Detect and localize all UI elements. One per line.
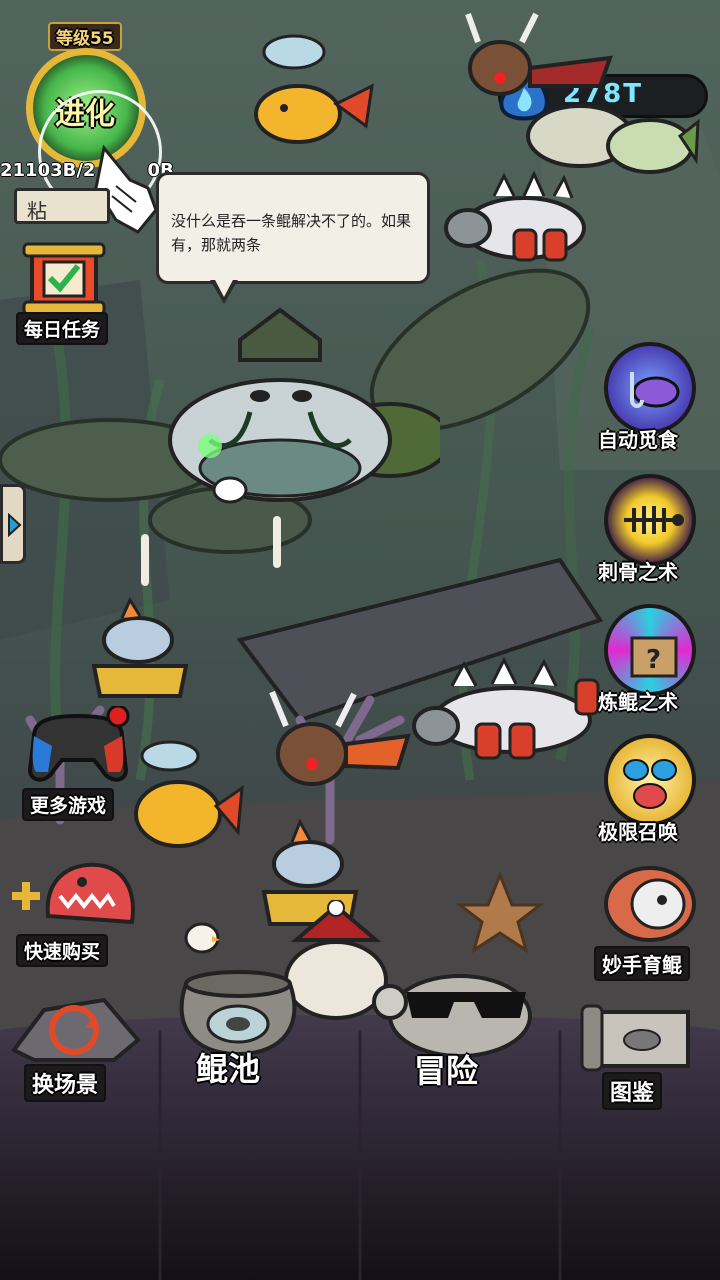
switch-scene-label: 换场景 [24,1064,107,1102]
refine-art-icon: ? [604,604,696,696]
refine-art-label: 炼鲲之术 [598,690,678,714]
pig-fish-sprite[interactable] [240,34,380,144]
scroll-map-icon [580,1004,690,1072]
action-label: 粘 [27,199,47,223]
evolve-progress: 21103B/2 0B [0,160,174,181]
side-drawer-toggle[interactable] [0,484,26,564]
chest-fish-sprite[interactable] [86,596,196,706]
more-games-button[interactable]: 更多游戏 [14,706,134,822]
quick-buy-label: 快速购买 [16,934,109,967]
bone-icon [141,534,149,586]
gamepad-icon [27,706,130,782]
breed-label: 妙手育鲲 [594,946,690,981]
reindeer-fish-sprite-2[interactable] [262,688,412,798]
speech-bubble-tail-inner [214,278,234,297]
fish-jar-icon [179,970,297,1054]
scroll-check-icon [22,242,106,316]
bone-art-button[interactable]: 刺骨之术 [598,474,708,584]
bone-icon [273,516,281,568]
kun-pool-label: 鲲池 [196,1050,261,1088]
skull-sunglasses-icon [372,974,532,1058]
quick-buy-button[interactable]: 快速购买 [4,856,144,967]
adventure-label: 冒险 [414,1052,479,1090]
extreme-summon-icon [604,734,696,826]
dumpling-fish-sprite[interactable] [444,166,594,266]
extreme-summon-button[interactable]: 极限召唤 [598,734,708,844]
auto-feed-button[interactable]: 自动觅食 [598,342,708,452]
svg-text:?: ? [646,645,661,675]
progress-current: 21103B/2 [0,160,96,181]
daily-tasks-button[interactable]: 每日任务 [10,240,120,350]
bone-art-icon [604,474,696,566]
refine-art-button[interactable]: ? 炼鲲之术 [598,604,708,714]
switch-scene-button[interactable]: 换场景 [0,980,150,1102]
adventure-button[interactable]: 冒险 [370,962,540,1092]
collection-button[interactable]: 图鉴 [574,992,714,1112]
kun-pool-button[interactable]: 鲲池 [172,964,312,1094]
pig-fish-sprite-2[interactable] [126,736,246,856]
egg-fish-icon [604,866,696,942]
chevron-right-icon [8,513,22,537]
game-scene: 等级55 进化 21103B/2 0B 粘 278T 没什么是吞一条鲲解决不了的。… [0,0,720,1280]
auto-feed-icon [604,342,696,434]
speech-bubble: 没什么是吞一条鲲解决不了的。如果有，那就两条 [156,172,430,284]
bone-art-label: 刺骨之术 [598,560,678,584]
fish-hook-icon [630,372,680,408]
speech-text: 没什么是吞一条鲲解决不了的。如果有，那就两条 [171,212,412,254]
shop-monster-icon [12,862,135,925]
kun-creature-sage[interactable] [150,300,440,530]
breed-button[interactable]: 妙手育鲲 [594,860,714,981]
collection-label: 图鉴 [602,1072,663,1110]
refresh-cycle-icon [10,997,141,1062]
daily-tasks-label: 每日任务 [16,312,109,345]
extreme-summon-label: 极限召唤 [598,820,678,844]
fish-group-icon [623,759,677,809]
mystery-box-icon: ? [630,636,678,678]
dumpling-fish-school-sprite[interactable] [412,640,612,770]
action-button[interactable]: 粘 [14,188,110,224]
auto-feed-label: 自动觅食 [598,428,678,452]
level-label: 等级55 [48,22,122,51]
more-games-label: 更多游戏 [22,788,115,821]
fish-skeleton-icon [624,506,684,534]
small-chick-sprite[interactable] [182,916,222,956]
